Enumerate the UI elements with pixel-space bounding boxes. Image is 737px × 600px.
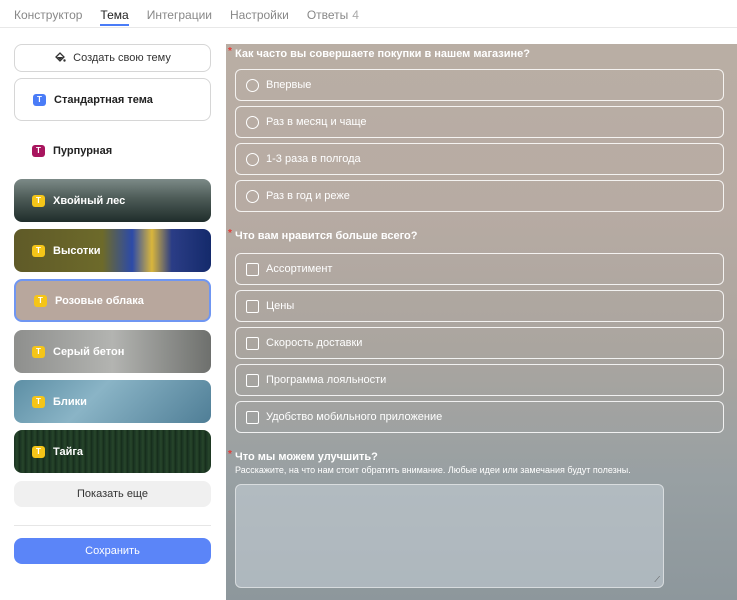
radio-option[interactable]: Впервые (235, 69, 724, 101)
question-description: Расскажите, на что нам стоит обратить вн… (235, 465, 631, 475)
theme-badge-icon: T (32, 345, 45, 358)
radio-icon (246, 189, 259, 203)
theme-card-standard[interactable]: T Стандартная тема (14, 78, 211, 121)
checkbox-icon (246, 262, 259, 276)
theme-badge-icon: T (32, 194, 45, 207)
option-label: Удобство мобильного приложение (266, 411, 443, 423)
option-label: Впервые (266, 79, 312, 91)
radio-icon (246, 115, 259, 129)
question-text: Как часто вы совершаете покупки в нашем … (235, 48, 531, 60)
theme-badge-icon: T (34, 294, 47, 307)
tab-label: Ответы (306, 8, 349, 22)
question-title: * Что мы можем улучшить? (228, 449, 378, 463)
tab-settings[interactable]: Настройки (230, 0, 289, 28)
radio-icon (246, 78, 259, 92)
tab-label: Настройки (229, 8, 289, 22)
radio-icon (246, 152, 259, 166)
option-label: Раз в год и реже (266, 190, 350, 202)
resize-handle-icon[interactable]: ⟋ (654, 575, 660, 585)
tab-constructor[interactable]: Конструктор (14, 0, 82, 28)
question-text: Что вам нравится больше всего? (235, 230, 418, 242)
tab-label: Конструктор (14, 8, 83, 22)
checkbox-option[interactable]: Скорость доставки (235, 327, 724, 359)
theme-label: Пурпурная (53, 144, 113, 157)
theme-label: Серый бетон (53, 345, 125, 358)
theme-badge-icon: T (32, 144, 45, 157)
checkbox-option[interactable]: Ассортимент (235, 253, 724, 285)
option-label: 1-3 раза в полгода (266, 153, 361, 165)
checkbox-option[interactable]: Цены (235, 290, 724, 322)
theme-label: Хвойный лес (53, 194, 126, 207)
top-tabs: Конструктор Тема Интеграции Настройки От… (14, 0, 377, 28)
question-title: * Что вам нравится больше всего? (228, 228, 418, 242)
theme-label: Стандартная тема (54, 93, 153, 106)
tab-label: Тема (100, 8, 129, 22)
improvement-textarea[interactable]: ⟋ (235, 484, 664, 588)
required-mark: * (228, 449, 232, 460)
theme-badge-icon: T (32, 395, 45, 408)
theme-card-concrete[interactable]: T Серый бетон (14, 330, 211, 373)
radio-option[interactable]: 1-3 раза в полгода (235, 143, 724, 175)
create-theme-button[interactable]: Создать свою тему (14, 44, 211, 72)
theme-badge-icon: T (32, 445, 45, 458)
tab-label: Интеграции (146, 8, 212, 22)
tab-answers[interactable]: Ответы 4 (307, 0, 359, 28)
show-more-button[interactable]: Показать еще (14, 481, 211, 507)
question-title: * Как часто вы совершаете покупки в наше… (228, 46, 531, 60)
theme-badge-icon: T (33, 93, 46, 106)
theme-label: Высотки (53, 244, 101, 257)
create-theme-label: Создать свою тему (73, 52, 171, 64)
theme-card-glare[interactable]: T Блики (14, 380, 211, 423)
save-button[interactable]: Сохранить (14, 538, 211, 564)
question-text: Что мы можем улучшить? (235, 451, 378, 463)
option-label: Раз в месяц и чаще (266, 116, 367, 128)
checkbox-icon (246, 410, 259, 424)
form-preview: * Как часто вы совершаете покупки в наше… (226, 44, 737, 600)
radio-option[interactable]: Раз в год и реже (235, 180, 724, 212)
paint-bucket-icon (54, 51, 66, 66)
theme-badge-icon: T (32, 244, 45, 257)
theme-label: Розовые облака (55, 294, 144, 307)
required-mark: * (228, 228, 232, 239)
tabs-divider (0, 27, 737, 28)
checkbox-icon (246, 373, 259, 387)
theme-panel: Создать свою тему T Стандартная тема T П… (14, 44, 211, 564)
option-label: Цены (266, 300, 295, 312)
answers-count-badge: 4 (352, 8, 359, 22)
checkbox-option[interactable]: Программа лояльности (235, 364, 724, 396)
tab-theme[interactable]: Тема (100, 0, 129, 28)
tab-integrations[interactable]: Интеграции (147, 0, 212, 28)
checkbox-icon (246, 299, 259, 313)
option-label: Скорость доставки (266, 337, 363, 349)
checkbox-icon (246, 336, 259, 350)
theme-label: Тайга (53, 445, 84, 458)
option-label: Ассортимент (266, 263, 333, 275)
checkbox-option[interactable]: Удобство мобильного приложение (235, 401, 724, 433)
theme-card-forest[interactable]: T Хвойный лес (14, 179, 211, 222)
option-label: Программа лояльности (266, 374, 387, 386)
divider (14, 525, 211, 526)
theme-card-pink-clouds[interactable]: T Розовые облака (14, 279, 211, 322)
theme-card-heights[interactable]: T Высотки (14, 229, 211, 272)
theme-label: Блики (53, 395, 87, 408)
theme-card-purple[interactable]: T Пурпурная (14, 129, 211, 172)
theme-card-taiga[interactable]: T Тайга (14, 430, 211, 473)
radio-option[interactable]: Раз в месяц и чаще (235, 106, 724, 138)
required-mark: * (228, 46, 232, 57)
